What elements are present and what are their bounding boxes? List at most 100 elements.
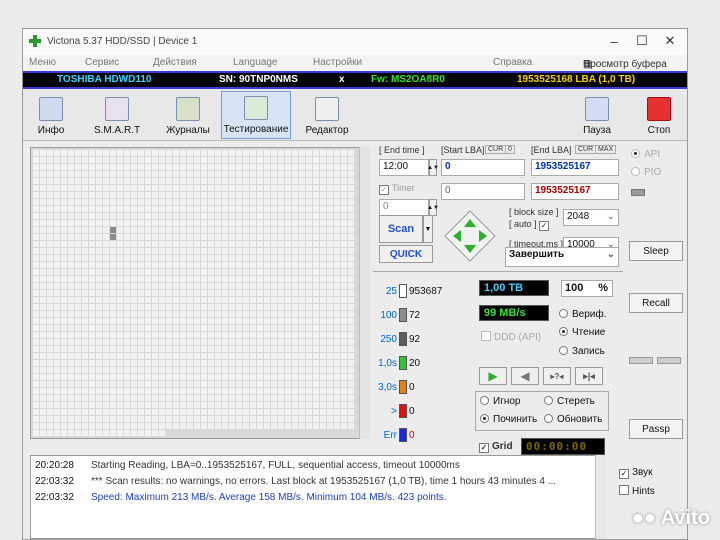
menu-item-service[interactable]: Сервис <box>85 57 119 68</box>
scan-block-cell <box>278 150 284 156</box>
scan-block-cell <box>208 234 214 240</box>
pause-button[interactable]: Пауза <box>579 91 615 139</box>
direction-pad[interactable] <box>443 209 497 263</box>
scan-block-cell <box>299 241 305 247</box>
scan-block-cell <box>306 423 312 429</box>
device-close-x[interactable]: x <box>339 74 345 85</box>
scan-block-cell <box>117 374 123 380</box>
recall-button[interactable]: Recall <box>629 293 683 313</box>
api-radio[interactable]: API <box>631 149 660 160</box>
action-erase-radio[interactable]: Стереть <box>544 396 595 407</box>
scan-block-cell <box>117 346 123 352</box>
scan-block-cell <box>285 213 291 219</box>
scan-block-cell <box>222 227 228 233</box>
scan-block-cell <box>313 241 319 247</box>
end-lba-field[interactable]: 1953525167 <box>531 159 619 176</box>
sleep-button[interactable]: Sleep <box>629 241 683 261</box>
hints-checkbox[interactable]: Hints <box>619 485 655 497</box>
scan-block-cell <box>285 248 291 254</box>
scan-block-cell <box>173 318 179 324</box>
scan-block-cell <box>145 416 151 422</box>
scan-block-cell <box>250 227 256 233</box>
scan-block-cell <box>271 262 277 268</box>
sound-checkbox[interactable]: ✓ Звук <box>619 467 653 479</box>
scan-block-cell <box>187 255 193 261</box>
menu-item-menu[interactable]: Меню <box>29 57 56 68</box>
end-lba-max[interactable]: MAX <box>595 145 617 154</box>
quick-button[interactable]: QUICK <box>379 245 433 263</box>
scan-block-cell <box>124 339 130 345</box>
stop-button[interactable]: Стоп <box>639 91 679 139</box>
timer-field[interactable]: 0 <box>379 199 429 216</box>
start-lba-field[interactable]: 0 <box>441 159 525 176</box>
menu-item-settings[interactable]: Настройки <box>313 57 362 68</box>
finish-action-select[interactable]: Завершить ⌄ <box>505 247 619 267</box>
mode-write-radio[interactable]: Запись <box>559 346 605 357</box>
scan-block-cell <box>159 283 165 289</box>
scan-block-cell <box>82 325 88 331</box>
butterfly-button[interactable]: ▸|◂ <box>575 367 603 385</box>
journals-label: Журналы <box>166 125 210 136</box>
close-button[interactable]: ✕ <box>655 31 685 51</box>
start-lba-field-2[interactable]: 0 <box>441 183 525 200</box>
start-lba-zero[interactable]: 0 <box>505 145 515 154</box>
scan-block-cell <box>348 283 354 289</box>
end-time-field[interactable]: 12:00 <box>379 159 429 176</box>
end-lba-field-2[interactable]: 1953525167 <box>531 183 619 200</box>
log-panel[interactable]: 20:20:28 Starting Reading, LBA=0..1953525… <box>30 455 606 539</box>
scan-button[interactable]: Scan <box>379 215 423 243</box>
pio-radio[interactable]: PIO <box>631 167 661 178</box>
smart-button[interactable]: S.M.A.R.T <box>85 91 149 139</box>
scan-map-scrollbar[interactable] <box>359 147 370 439</box>
timer-checkbox[interactable]: ✓ Timer <box>379 183 415 195</box>
end-time-spinner[interactable]: ▲▼ <box>427 159 439 176</box>
timer-spinner[interactable]: ▲▼ <box>427 199 439 216</box>
menu-item-language[interactable]: Language <box>233 57 278 68</box>
minimize-button[interactable]: – <box>599 31 629 51</box>
auto-checkbox[interactable]: [ auto ] ✓ <box>509 219 552 231</box>
scan-block-cell <box>313 157 319 163</box>
scan-map-grid[interactable] <box>30 147 370 439</box>
random-seek-button[interactable]: ▸?◂ <box>543 367 571 385</box>
scan-block-cell <box>96 374 102 380</box>
scan-block-cell <box>68 241 74 247</box>
scan-block-cell <box>180 171 186 177</box>
stop-icon <box>647 97 671 121</box>
scan-block-cell <box>61 157 67 163</box>
action-ignore-radio[interactable]: Игнор <box>480 396 520 407</box>
scan-block-cell <box>89 423 95 429</box>
passp-button[interactable]: Passp <box>629 419 683 439</box>
menu-item-help[interactable]: Справка <box>493 57 532 68</box>
grid-checkbox[interactable]: ✓ Grid <box>479 441 513 453</box>
scan-block-cell <box>40 430 46 436</box>
journals-button[interactable]: Журналы <box>157 91 219 139</box>
scan-block-cell <box>257 367 263 373</box>
editor-button[interactable]: Редактор <box>299 91 355 139</box>
scan-block-cell <box>348 339 354 345</box>
play-button[interactable]: ▶ <box>479 367 507 385</box>
scan-dropdown-button[interactable]: ▼ <box>423 215 433 243</box>
scan-block-cell <box>124 192 130 198</box>
scan-block-cell <box>194 150 200 156</box>
mode-read-radio[interactable]: Чтение <box>559 327 605 338</box>
action-refresh-radio[interactable]: Обновить <box>544 414 602 425</box>
scan-block-cell <box>103 297 109 303</box>
scan-block-cell <box>145 318 151 324</box>
mode-verify-radio[interactable]: Вериф. <box>559 309 606 320</box>
scan-block-cell <box>243 185 249 191</box>
mode-read-label: Чтение <box>572 327 606 338</box>
ddd-api-checkbox[interactable]: DDD (API) <box>481 331 541 343</box>
menu-item-actions[interactable]: Действия <box>153 57 197 68</box>
device-model[interactable]: TOSHIBA HDWD110 <box>57 74 151 85</box>
info-button[interactable]: Инфо <box>27 91 75 139</box>
scan-block-cell <box>222 395 228 401</box>
scan-block-cell <box>278 374 284 380</box>
block-size-select[interactable]: 2048 ⌄ <box>563 209 619 226</box>
maximize-button[interactable]: ☐ <box>627 31 657 51</box>
log-scrollbar[interactable] <box>595 455 606 539</box>
start-lba-cur[interactable]: CUR <box>485 145 507 154</box>
testing-button[interactable]: Тестирование <box>221 91 291 139</box>
end-lba-cur[interactable]: CUR <box>575 145 597 154</box>
rewind-button[interactable]: ◀ <box>511 367 539 385</box>
action-repair-radio[interactable]: Починить <box>480 414 537 425</box>
